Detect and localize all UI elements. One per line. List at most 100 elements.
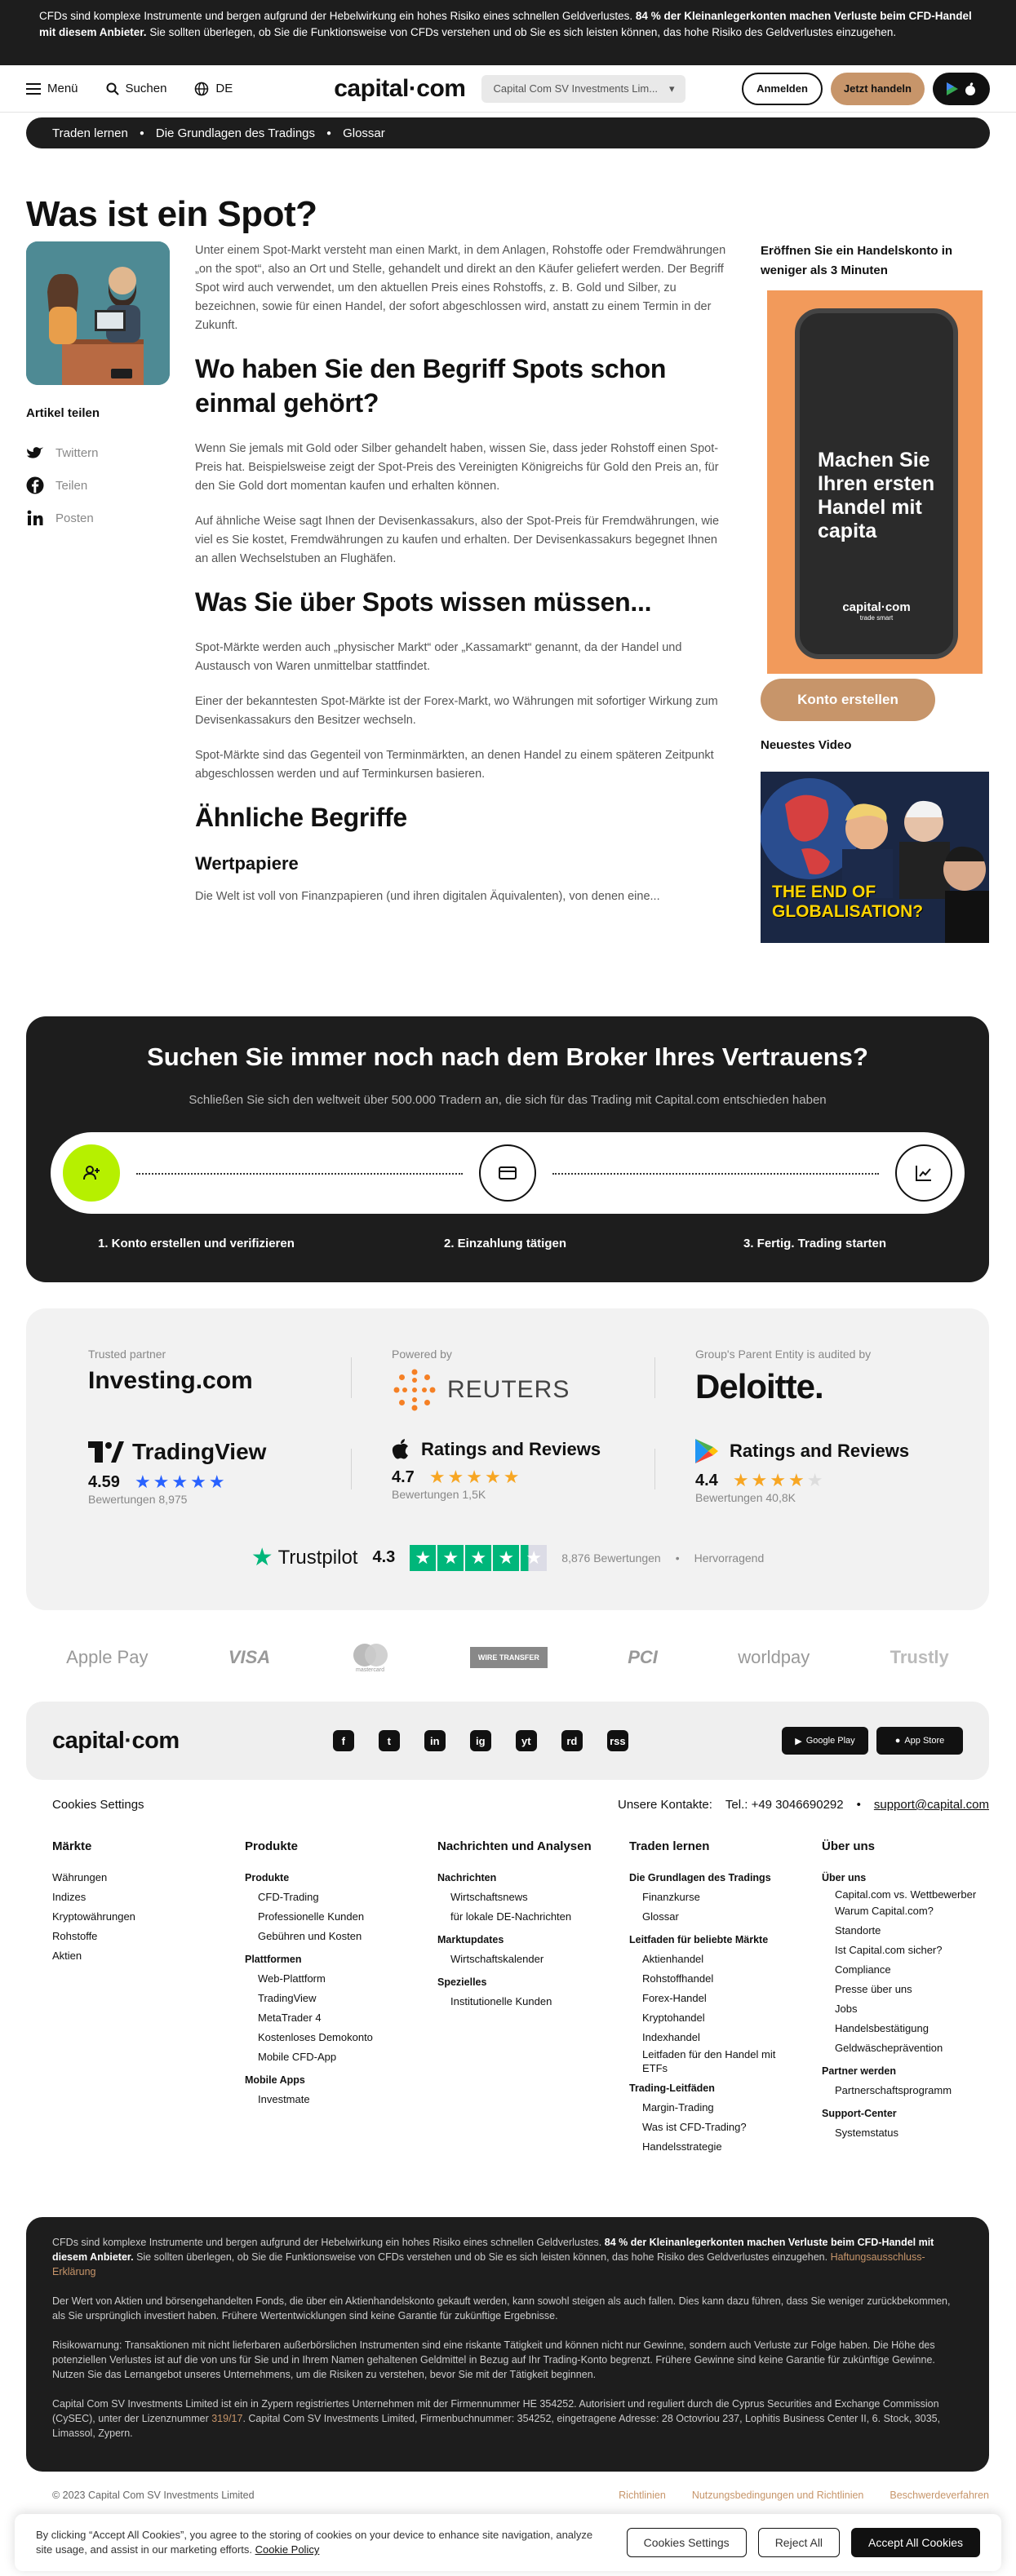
step-2-circle[interactable] (479, 1144, 536, 1202)
footer-logo[interactable]: capital·com (52, 1728, 180, 1755)
rating-tradingview: TradingView 4.59 ★★★★★ Bewertungen 8,975 (88, 1439, 349, 1506)
footer-link[interactable]: Rohstoffe (52, 1927, 215, 1946)
reject-all-button[interactable]: Reject All (757, 2528, 841, 2557)
create-account-button[interactable]: Konto erstellen (761, 679, 935, 721)
cookie-policy-link[interactable]: Cookie Policy (255, 2543, 320, 2556)
breadcrumb-learn[interactable]: Traden lernen (52, 126, 128, 140)
footer-link[interactable]: Investmate (245, 2090, 408, 2109)
visa-logo: VISA (228, 1647, 271, 1667)
footer-link[interactable]: Warum Capital.com? (822, 1901, 985, 1921)
footer-link[interactable]: Partnerschaftsprogramm (822, 2081, 985, 2100)
footer-group[interactable]: Leitfaden für beliebte Märkte (629, 1930, 792, 1950)
footer-link[interactable]: Währungen (52, 1868, 215, 1888)
footer-link[interactable]: Institutionelle Kunden (437, 1992, 601, 2012)
footer-link[interactable]: MetaTrader 4 (245, 2008, 408, 2028)
license-link[interactable]: 319/17 (211, 2413, 242, 2424)
footer-link[interactable]: Jobs (822, 1999, 985, 2019)
payment-methods: Apple Pay VISA mastercard WIRE TRANSFER … (26, 1633, 989, 1682)
policy-link[interactable]: Beschwerdeverfahren (890, 2490, 989, 2501)
footer-group[interactable]: Produkte (245, 1868, 408, 1888)
footer-link[interactable]: Ist Capital.com sicher? (822, 1941, 985, 1960)
footer-group[interactable]: Trading-Leitfäden (629, 2078, 792, 2098)
step-1-circle[interactable] (63, 1144, 120, 1202)
breadcrumb-basics[interactable]: Die Grundlagen des Tradings (156, 126, 315, 140)
footer-link[interactable]: Indizes (52, 1888, 215, 1907)
footer-link[interactable]: Kryptohandel (629, 2008, 792, 2028)
google-play-badge[interactable]: ▶ Google Play (781, 1727, 868, 1755)
footer-link[interactable]: CFD-Trading (245, 1888, 408, 1907)
linkedin-icon[interactable]: in (424, 1730, 446, 1751)
footer-link[interactable]: Was ist CFD-Trading? (629, 2118, 792, 2137)
share-title: Artikel teilen (26, 406, 100, 420)
footer-link[interactable]: Finanzkurse (629, 1888, 792, 1907)
footer-link[interactable]: Aktienhandel (629, 1950, 792, 1969)
footer-link[interactable]: Mobile CFD-App (245, 2047, 408, 2067)
rss-icon[interactable]: rss (606, 1730, 628, 1751)
search-button[interactable]: Suchen (106, 82, 166, 95)
footer-group[interactable]: Support-Center (822, 2104, 985, 2123)
reddit-icon[interactable]: rd (561, 1730, 583, 1751)
footer-group[interactable]: Die Grundlagen des Tradings (629, 1868, 792, 1888)
footer-link[interactable]: Margin-Trading (629, 2098, 792, 2118)
footer-link[interactable]: Kostenloses Demokonto (245, 2028, 408, 2047)
footer-link[interactable]: Rohstoffhandel (629, 1969, 792, 1989)
language-button[interactable]: DE (194, 82, 233, 96)
footer-link[interactable]: TradingView (245, 1989, 408, 2008)
youtube-icon[interactable]: yt (515, 1730, 537, 1751)
promo-banner[interactable]: Machen Sie Ihren ersten Handel mit capit… (767, 290, 983, 674)
footer-group[interactable]: Plattformen (245, 1950, 408, 1969)
facebook-icon[interactable]: f (332, 1730, 354, 1751)
footer-link[interactable]: Geldwäscheprävention (822, 2038, 985, 2058)
footer-group[interactable]: Über uns (822, 1868, 985, 1888)
share-twitter[interactable]: Twittern (26, 436, 173, 469)
article-paragraph: Wenn Sie jemals mit Gold oder Silber geh… (195, 442, 719, 493)
footer-link[interactable]: Handelsbestätigung (822, 2019, 985, 2038)
instagram-icon[interactable]: ig (469, 1730, 491, 1751)
footer-group[interactable]: Mobile Apps (245, 2070, 408, 2090)
footer-link[interactable]: Aktien (52, 1946, 215, 1966)
login-button[interactable]: Anmelden (742, 72, 823, 105)
footer-link[interactable]: Glossar (629, 1907, 792, 1927)
app-store-button[interactable] (933, 72, 990, 105)
footer-link[interactable]: Wirtschaftsnews (437, 1888, 601, 1907)
footer-link[interactable]: Wirtschaftskalender (437, 1950, 601, 1969)
twitter-icon[interactable]: t (378, 1730, 400, 1751)
app-store-badge[interactable]: ● App Store (876, 1727, 963, 1755)
phone-link[interactable]: Tel.: +49 3046690292 (725, 1798, 844, 1812)
footer-link[interactable]: Capital.com vs. Wettbewerber (822, 1888, 985, 1901)
footer-link[interactable]: Handelsstrategie (629, 2137, 792, 2157)
footer-group[interactable]: Spezielles (437, 1972, 601, 1992)
footer-link[interactable]: Forex-Handel (629, 1989, 792, 2008)
capital-logo[interactable]: capital·com (334, 75, 466, 103)
share-linkedin[interactable]: Posten (26, 502, 173, 534)
footer-group[interactable]: Nachrichten (437, 1868, 601, 1888)
share-facebook[interactable]: Teilen (26, 469, 173, 502)
bullet: • (675, 1551, 680, 1565)
email-link[interactable]: support@capital.com (874, 1798, 989, 1812)
footer-link[interactable]: Gebühren und Kosten (245, 1927, 408, 1946)
footer-group[interactable]: Partner werden (822, 2061, 985, 2081)
accept-all-button[interactable]: Accept All Cookies (851, 2528, 980, 2557)
footer-link[interactable]: für lokale DE-Nachrichten (437, 1907, 601, 1927)
breadcrumb-glossary[interactable]: Glossar (343, 126, 385, 140)
footer-link[interactable]: Web-Plattform (245, 1969, 408, 1989)
footer-link[interactable]: Leitfaden für den Handel mit ETFs (629, 2047, 792, 2075)
step-3-circle[interactable] (895, 1144, 952, 1202)
cookies-settings-link[interactable]: Cookies Settings (52, 1798, 144, 1812)
footer-link[interactable]: Indexhandel (629, 2028, 792, 2047)
footer-group[interactable]: Marktupdates (437, 1930, 601, 1950)
footer-link[interactable]: Professionelle Kunden (245, 1907, 408, 1927)
related-term-link[interactable]: Wertpapiere (195, 854, 734, 873)
latest-video-thumbnail[interactable]: THE END OF GLOBALISATION? (761, 772, 989, 943)
footer-link[interactable]: Compliance (822, 1960, 985, 1980)
menu-button[interactable]: Menü (26, 82, 78, 95)
footer-link[interactable]: Presse über uns (822, 1980, 985, 1999)
policy-link[interactable]: Nutzungsbedingungen und Richtlinien (692, 2490, 864, 2501)
footer-link[interactable]: Kryptowährungen (52, 1907, 215, 1927)
policy-link[interactable]: Richtlinien (619, 2490, 666, 2501)
account-select[interactable]: Capital Com SV Investments Lim... ▾ (481, 74, 686, 103)
footer-link[interactable]: Systemstatus (822, 2123, 985, 2143)
footer-link[interactable]: Standorte (822, 1921, 985, 1941)
cookie-settings-button[interactable]: Cookies Settings (626, 2528, 747, 2557)
trade-now-button[interactable]: Jetzt handeln (830, 72, 925, 105)
